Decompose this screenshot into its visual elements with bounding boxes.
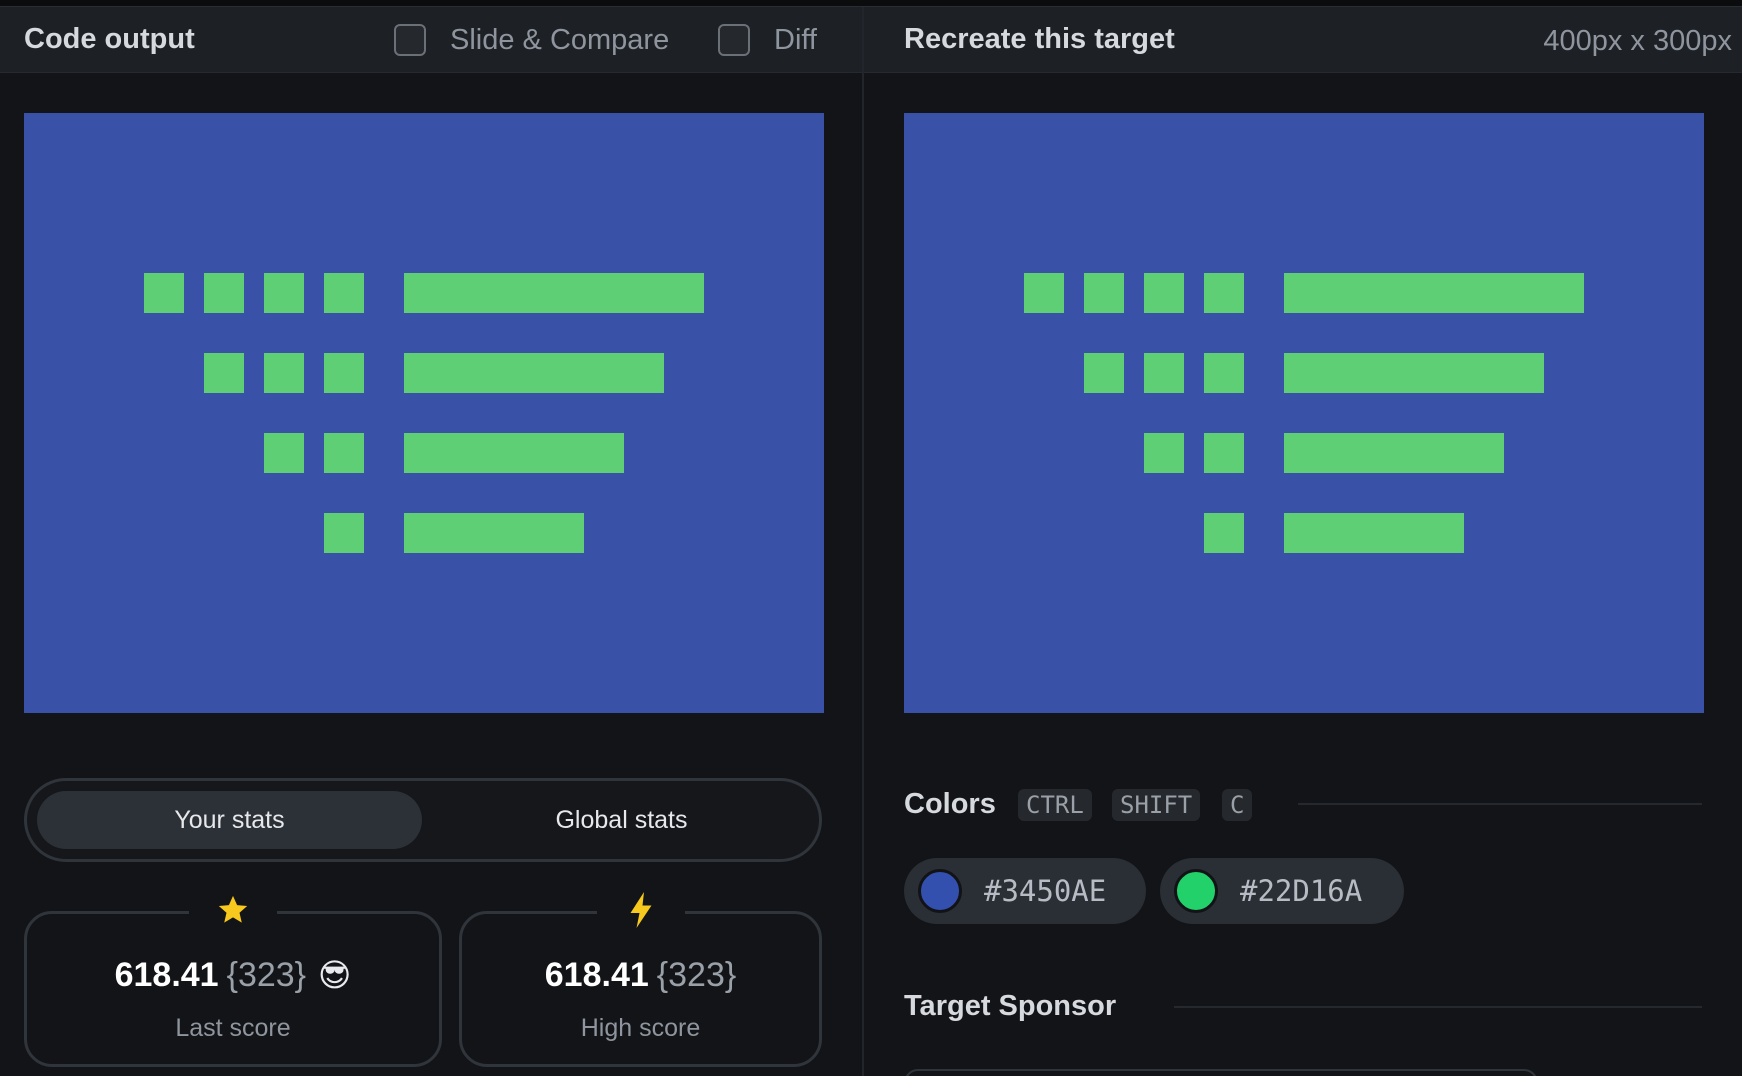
pattern-block	[264, 273, 304, 313]
target-canvas	[904, 113, 1704, 713]
color-dot-green	[1174, 869, 1218, 913]
pattern-block	[1284, 273, 1584, 313]
window-top-border	[0, 0, 1742, 7]
sunglasses-emoji-icon: 😎	[318, 957, 352, 993]
pattern-block	[1144, 353, 1184, 393]
color-swatch-blue[interactable]: #3450AE	[904, 858, 1146, 924]
sponsor-card[interactable]	[904, 1069, 1538, 1076]
pattern-block	[264, 353, 304, 393]
pattern-block	[1144, 433, 1184, 473]
pattern-block	[204, 353, 244, 393]
last-score-card: 618.41 {323} 😎 Last score	[24, 888, 442, 1067]
slide-compare-toggle[interactable]: Slide & Compare	[394, 24, 669, 56]
tab-global-stats[interactable]: Global stats	[429, 791, 814, 849]
target-header: Recreate this target 400px x 300px	[864, 7, 1742, 73]
pattern-block	[1084, 353, 1124, 393]
pattern-block	[404, 273, 704, 313]
target-panel: Recreate this target 400px x 300px Color…	[864, 7, 1742, 1076]
colors-title: Colors	[904, 788, 996, 820]
diff-toggle[interactable]: Diff	[718, 24, 817, 56]
sponsor-divider	[1174, 1006, 1702, 1008]
high-score-label: High score	[580, 1014, 701, 1042]
pattern-block	[324, 433, 364, 473]
color-hex-blue: #3450AE	[984, 874, 1107, 908]
pattern-block	[324, 353, 364, 393]
pattern-block	[1204, 353, 1244, 393]
shortcut-key-ctrl: CTRL	[1018, 789, 1092, 821]
diff-label: Diff	[774, 23, 817, 56]
color-swatch-green[interactable]: #22D16A	[1160, 858, 1404, 924]
code-output-panel: Code output Slide & Compare Diff Your st…	[0, 7, 862, 1076]
pattern-block	[404, 433, 624, 473]
stats-toggle: Your stats Global stats	[24, 778, 822, 862]
pattern-block	[1204, 513, 1244, 553]
pattern-block	[324, 273, 364, 313]
pattern-block	[264, 433, 304, 473]
target-sponsor-title: Target Sponsor	[904, 990, 1117, 1022]
last-score-value: 618.41	[114, 956, 219, 994]
pattern-block	[404, 513, 584, 553]
last-score-label: Last score	[175, 1014, 291, 1042]
high-score-value: 618.41	[544, 956, 649, 994]
star-icon	[189, 888, 277, 932]
pattern-block	[324, 513, 364, 553]
color-dot-blue	[918, 869, 962, 913]
colors-divider	[1298, 803, 1702, 805]
target-size: 400px x 300px	[1543, 25, 1732, 57]
lightning-icon	[596, 888, 685, 932]
last-score-chars: {323}	[226, 956, 307, 994]
pattern-block	[1284, 433, 1504, 473]
pattern-block	[204, 273, 244, 313]
diff-checkbox[interactable]	[718, 24, 750, 56]
slide-compare-checkbox[interactable]	[394, 24, 426, 56]
pattern-block	[1284, 353, 1544, 393]
pattern-block	[1284, 513, 1464, 553]
pattern-block	[1204, 433, 1244, 473]
shortcut-key-shift: SHIFT	[1112, 789, 1201, 821]
target-title: Recreate this target	[904, 23, 1175, 55]
shortcut-key-c: C	[1222, 789, 1253, 821]
code-output-header: Code output Slide & Compare Diff	[0, 7, 862, 73]
pattern-block	[1144, 273, 1184, 313]
pattern-block	[404, 353, 664, 393]
pattern-block	[1084, 273, 1124, 313]
pattern-block	[1024, 273, 1064, 313]
pattern-block	[1204, 273, 1244, 313]
high-score-chars: {323}	[656, 956, 737, 994]
pattern-block	[144, 273, 184, 313]
high-score-card: 618.41 {323} High score	[459, 888, 822, 1067]
code-output-canvas[interactable]	[24, 113, 824, 713]
tab-your-stats[interactable]: Your stats	[37, 791, 422, 849]
slide-compare-label: Slide & Compare	[450, 23, 670, 56]
code-output-title: Code output	[24, 23, 195, 55]
color-hex-green: #22D16A	[1240, 874, 1363, 908]
